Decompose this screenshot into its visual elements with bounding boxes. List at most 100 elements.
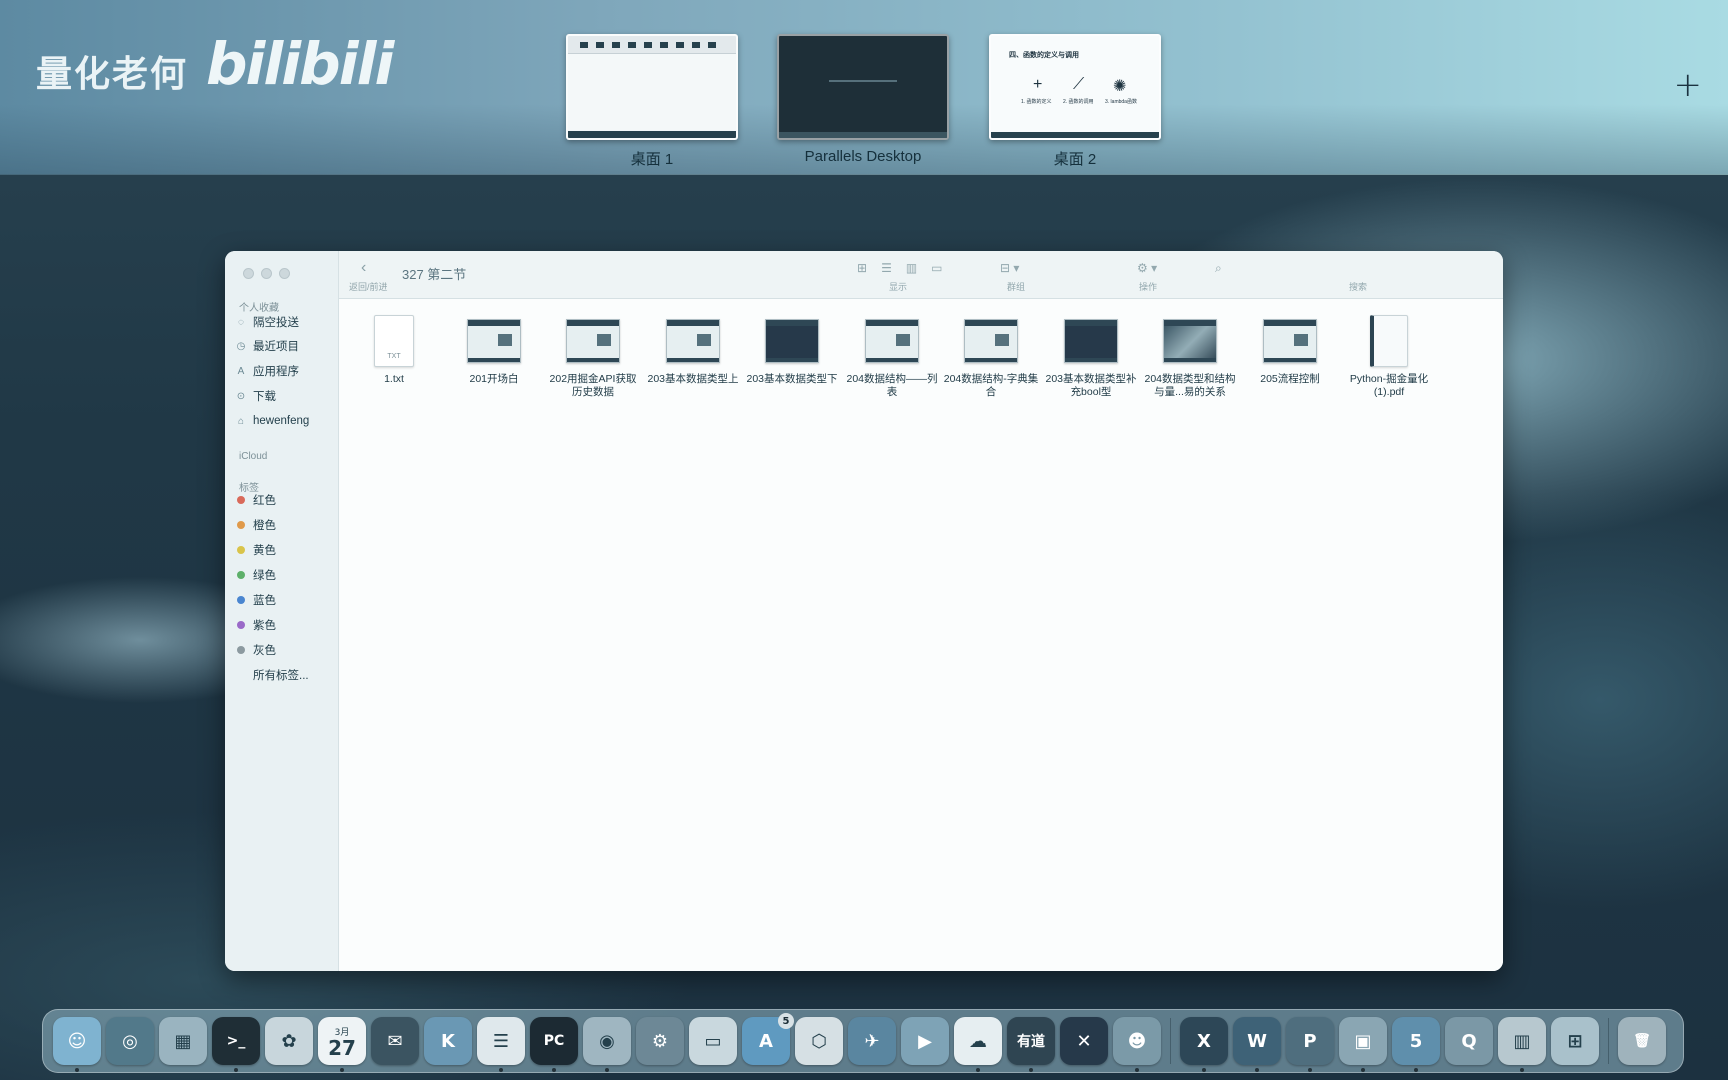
dock-wechat-icon[interactable]: ☻ xyxy=(1113,1017,1161,1072)
dock-app-glyph: ✉ xyxy=(387,1030,403,1052)
running-indicator xyxy=(340,1068,344,1072)
dock-reminders-icon[interactable]: ☰ xyxy=(477,1017,525,1072)
gear-icon[interactable]: ⚙ ▾ xyxy=(1137,261,1157,275)
view-caption: 显示 xyxy=(889,282,908,292)
dock-photos-icon[interactable]: ✿ xyxy=(265,1017,313,1065)
dock-preview-icon[interactable]: ▣ xyxy=(1339,1017,1387,1072)
dock-feishu-icon[interactable]: ✈ xyxy=(848,1017,896,1065)
close-button[interactable] xyxy=(243,268,254,279)
running-indicator xyxy=(499,1068,503,1072)
group-icon[interactable]: ⊟ ▾ xyxy=(1000,261,1019,275)
dock-calendar-icon[interactable]: 3月 27 xyxy=(318,1017,366,1072)
tag-label: 黄色 xyxy=(253,545,276,557)
zoom-button[interactable] xyxy=(279,268,290,279)
sidebar-item-label: 最近项目 xyxy=(253,341,299,353)
file-item[interactable]: 204数据结构——列表 xyxy=(844,313,940,399)
sidebar-item-applications[interactable]: A 应用程序 xyxy=(235,362,299,380)
preview-caption: 3. lambda函数 xyxy=(1105,99,1137,105)
space-desktop-1-thumbnail[interactable] xyxy=(566,34,738,140)
file-item[interactable]: TXT 1.txt xyxy=(346,313,442,386)
space-parallels[interactable]: Parallels Desktop xyxy=(777,34,949,165)
column-view-icon[interactable]: ▥ xyxy=(906,261,917,275)
dock-finder-icon[interactable]: ☺ xyxy=(53,1017,101,1072)
dock-powerpoint-icon[interactable]: P xyxy=(1286,1017,1334,1072)
dock-siri-icon[interactable]: ◎ xyxy=(106,1017,154,1065)
dock-player-icon[interactable]: ▶ xyxy=(901,1017,949,1065)
running-indicator xyxy=(976,1068,980,1072)
dock-youdao-icon[interactable]: 有道 xyxy=(1007,1017,1055,1072)
space-parallels-thumbnail[interactable] xyxy=(777,34,949,140)
file-item[interactable]: 205流程控制 xyxy=(1242,313,1338,386)
sidebar-item-home[interactable]: ⌂ hewenfeng xyxy=(235,412,309,430)
watermark-text: 量化老何 xyxy=(36,54,189,95)
dock-pycharm-icon[interactable]: PC xyxy=(530,1017,578,1072)
dock-launchpad-icon[interactable]: ▦ xyxy=(159,1017,207,1065)
dock-excel-icon[interactable]: X xyxy=(1180,1017,1228,1072)
file-item[interactable]: 203基本数据类型补充bool型 xyxy=(1043,313,1139,399)
dock-windows-app-icon[interactable]: ⊞ xyxy=(1551,1017,1599,1065)
dock-app-glyph: X xyxy=(1197,1030,1211,1052)
sidebar-tag-yellow[interactable]: 黄色 xyxy=(235,541,276,559)
tag-color-dot xyxy=(237,646,245,654)
dock-word-icon[interactable]: W xyxy=(1233,1017,1281,1072)
dock-terminal-icon[interactable]: >_ xyxy=(212,1017,260,1072)
dock-system-prefs-icon[interactable]: ⚙ xyxy=(636,1017,684,1065)
space-desktop-2[interactable]: 四、函数的定义与调用 + ⟋ ✺ 1. 函数的定义 2. 函数的调用 3. la… xyxy=(989,34,1161,169)
dock-baidu-netdisk-icon[interactable]: ☁ xyxy=(954,1017,1002,1072)
sidebar-tag-gray[interactable]: 灰色 xyxy=(235,641,276,659)
dock-mail-flag-icon[interactable]: ✉ xyxy=(371,1017,419,1065)
running-indicator xyxy=(1202,1068,1206,1072)
search-control: ⌕ xyxy=(1215,261,1222,276)
sidebar-item-airdrop[interactable]: ◌ 隔空投送 xyxy=(235,313,299,331)
sparkle-icon: ✺ xyxy=(1113,78,1127,95)
dock-separator xyxy=(1608,1018,1609,1064)
space-desktop-1[interactable]: 桌面 1 xyxy=(566,34,738,169)
video-watermark: 量化老何 bilibili xyxy=(36,30,394,98)
file-item[interactable]: 202用掘金API获取历史数据 xyxy=(545,313,641,399)
file-item[interactable]: 204数据结构-字典集合 xyxy=(943,313,1039,399)
gallery-view-icon[interactable]: ▭ xyxy=(931,261,942,275)
dock-trash-icon[interactable]: 🗑 xyxy=(1618,1017,1666,1065)
plus-icon: + xyxy=(1033,76,1043,93)
dock-security-app-icon[interactable]: ⬡ xyxy=(795,1017,843,1065)
file-name: 1.txt xyxy=(384,373,404,385)
file-name: 204数据类型和结构与量...易的关系 xyxy=(1144,373,1236,398)
finder-toolbar: ‹ 返回/前进 327 第二节 ⊞ ☰ ▥ ▭ 显示 ⊟ ▾ 群组 ⚙ ▾ 操作… xyxy=(339,251,1503,299)
dock-window-app-icon[interactable]: ▥ xyxy=(1498,1017,1546,1072)
sidebar-all-tags[interactable]: 所有标签... xyxy=(235,666,309,684)
list-view-icon[interactable]: ☰ xyxy=(881,261,892,275)
file-item[interactable]: 201开场白 xyxy=(446,313,542,386)
file-item[interactable]: Python-掘金量化(1).pdf xyxy=(1341,313,1437,399)
preview-caption: 2. 函数的调用 xyxy=(1063,99,1094,105)
sidebar-tag-orange[interactable]: 橙色 xyxy=(235,516,276,534)
file-item[interactable]: 204数据类型和结构与量...易的关系 xyxy=(1142,313,1238,399)
dock-folder-icon[interactable]: ▭ xyxy=(689,1017,737,1065)
sidebar-item-downloads[interactable]: ⊙ 下载 xyxy=(235,387,276,405)
back-button[interactable]: ‹ xyxy=(361,259,366,277)
dock-app-glyph: ▥ xyxy=(1513,1030,1531,1052)
minimize-button[interactable] xyxy=(261,268,272,279)
search-icon[interactable]: ⌕ xyxy=(1215,261,1222,276)
file-item[interactable]: 203基本数据类型上 xyxy=(645,313,741,386)
dock-app-store-icon[interactable]: A5 xyxy=(742,1013,794,1065)
dock-remote-desktop-icon[interactable]: ✕ xyxy=(1060,1017,1108,1065)
sidebar-item-recents[interactable]: ◷ 最近项目 xyxy=(235,337,299,355)
dock-app-glyph: W xyxy=(1247,1030,1267,1052)
add-space-button[interactable]: + xyxy=(1674,68,1703,102)
dock-chrome-icon[interactable]: ◉ xyxy=(583,1017,631,1072)
sidebar-tag-green[interactable]: 绿色 xyxy=(235,566,276,584)
dock-k-app-icon[interactable]: K xyxy=(424,1017,472,1065)
file-item[interactable]: 203基本数据类型下 xyxy=(744,313,840,386)
clock-icon: ◷ xyxy=(236,340,246,352)
sidebar-tag-blue[interactable]: 蓝色 xyxy=(235,591,276,609)
dock-app-glyph: P xyxy=(1303,1030,1317,1052)
dock-quicktime-icon[interactable]: Q xyxy=(1445,1017,1493,1065)
space-desktop-2-thumbnail[interactable]: 四、函数的定义与调用 + ⟋ ✺ 1. 函数的定义 2. 函数的调用 3. la… xyxy=(989,34,1161,140)
sidebar-tag-red[interactable]: 红色 xyxy=(235,491,276,509)
sidebar-tag-purple[interactable]: 紫色 xyxy=(235,616,276,634)
dock-number5-app-icon[interactable]: 5 xyxy=(1392,1017,1440,1072)
finder-content: TXT 1.txt 201开场白 202用掘金API获取历史数据 203基本数据… xyxy=(339,299,1503,971)
finder-window[interactable]: 个人收藏 ◌ 隔空投送 ◷ 最近项目 A 应用程序 ⊙ 下载 ⌂ hewenfe… xyxy=(225,251,1503,971)
back-forward-caption: 返回/前进 xyxy=(349,282,388,292)
icon-view-icon[interactable]: ⊞ xyxy=(857,261,867,275)
